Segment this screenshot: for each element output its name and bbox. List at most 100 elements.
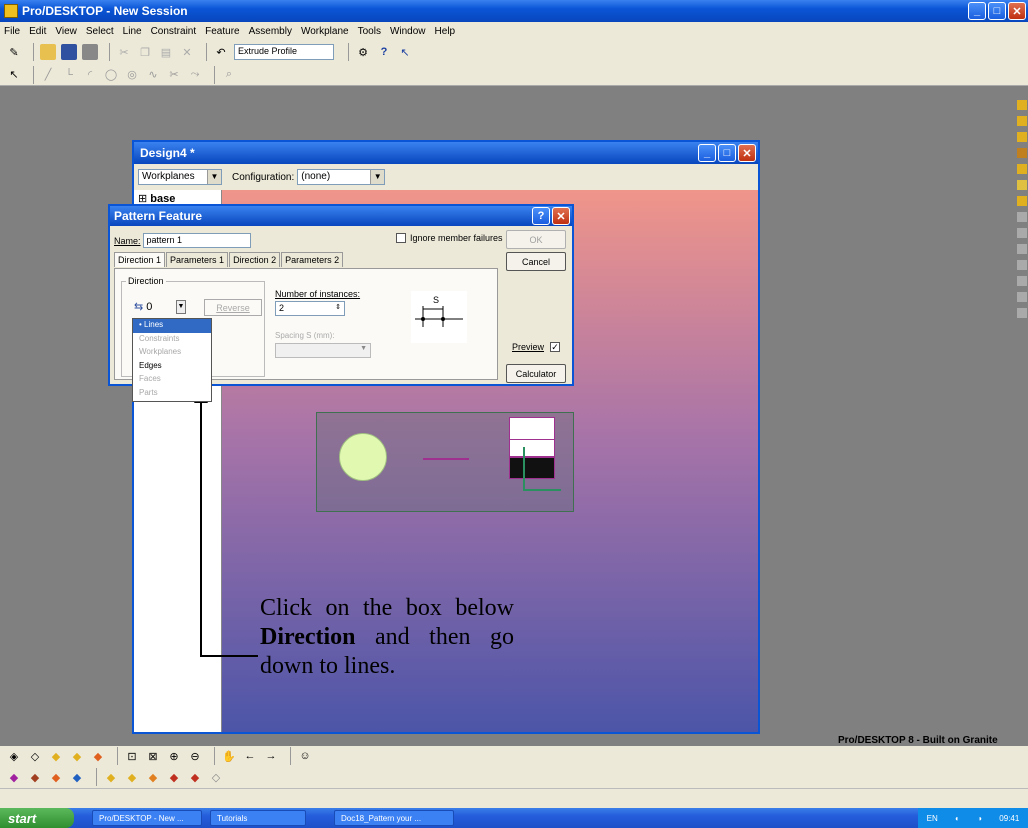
context-help-icon[interactable]: ↖ (397, 44, 413, 60)
render-icon[interactable]: ◆ (6, 769, 22, 785)
view-icon[interactable]: ◆ (69, 748, 85, 764)
menu-select[interactable]: Select (86, 26, 114, 37)
menu-feature[interactable]: Feature (205, 26, 239, 37)
view-icon[interactable]: ◈ (6, 748, 22, 764)
paste-icon[interactable]: ▤ (158, 44, 174, 60)
render-icon[interactable]: ◆ (145, 769, 161, 785)
name-input[interactable]: pattern 1 (142, 233, 251, 248)
palette-icon[interactable] (1017, 100, 1027, 110)
delete-icon[interactable]: ✕ (179, 44, 195, 60)
view-icon[interactable]: ◆ (90, 748, 106, 764)
undo-icon[interactable]: ↶ (213, 44, 229, 60)
select-icon[interactable]: ↖ (6, 67, 22, 83)
dropdown-item-workplanes[interactable]: Workplanes (133, 346, 211, 360)
reverse-button[interactable]: Reverse (204, 299, 262, 316)
taskbar-item[interactable]: Pro/DESKTOP - New ... (92, 810, 202, 826)
menu-tools[interactable]: Tools (358, 26, 381, 37)
open-icon[interactable] (40, 44, 56, 60)
zoom-fit-icon[interactable]: ⊡ (124, 748, 140, 764)
dropdown-item-constraints[interactable]: Constraints (133, 333, 211, 347)
ellipse-tool-icon[interactable]: ◎ (124, 67, 140, 83)
sketch-rectangle[interactable] (509, 417, 555, 457)
render-icon[interactable]: ◆ (166, 769, 182, 785)
cut-icon[interactable]: ✂ (116, 44, 132, 60)
menu-line[interactable]: Line (123, 26, 142, 37)
dialog-close-button[interactable]: ✕ (552, 207, 570, 225)
sketch-rectangle-filled[interactable] (509, 457, 555, 479)
taskbar-item[interactable]: Doc18_Pattern your ... (334, 810, 454, 826)
zoom-in-icon[interactable]: ⊕ (166, 748, 182, 764)
feature-field[interactable]: Extrude Profile (234, 44, 334, 60)
menu-assembly[interactable]: Assembly (249, 26, 292, 37)
view-icon[interactable]: ◇ (27, 748, 43, 764)
tray-icon[interactable]: ◑ (977, 814, 982, 823)
design-maximize-button[interactable]: □ (718, 144, 736, 162)
dialog-help-button[interactable]: ? (532, 207, 550, 225)
config-select[interactable]: (none) ▼ (297, 169, 386, 185)
palette-icon[interactable] (1017, 228, 1027, 238)
tab-direction-2[interactable]: Direction 2 (229, 252, 281, 267)
tray-icon[interactable]: ◐ (955, 814, 960, 823)
spacing-select[interactable]: ▼ (275, 343, 371, 358)
view-icon[interactable]: ◆ (48, 748, 64, 764)
render-icon[interactable]: ◇ (208, 769, 224, 785)
arc-tool-icon[interactable]: ◜ (82, 67, 98, 83)
palette-icon[interactable] (1017, 244, 1027, 254)
instances-input[interactable]: 2 ⇕ (275, 301, 345, 316)
render-icon[interactable]: ◆ (103, 769, 119, 785)
language-indicator[interactable]: EN (927, 814, 938, 823)
rect-tool-icon[interactable]: └ (61, 67, 77, 83)
tab-direction-1[interactable]: Direction 1 (114, 252, 166, 267)
pencil-icon[interactable]: ✎ (6, 44, 22, 60)
line-tool-icon[interactable]: ╱ (40, 67, 56, 83)
palette-icon[interactable] (1017, 116, 1027, 126)
menu-window[interactable]: Window (390, 26, 426, 37)
minimize-button[interactable]: _ (968, 2, 986, 20)
ok-button[interactable]: OK (506, 230, 566, 249)
measure-tool-icon[interactable]: ⌕ (221, 67, 237, 83)
help-icon[interactable]: ? (376, 44, 392, 60)
cancel-button[interactable]: Cancel (506, 252, 566, 271)
tab-parameters-1[interactable]: Parameters 1 (166, 252, 229, 267)
zoom-out-icon[interactable]: ⊖ (187, 748, 203, 764)
palette-icon[interactable] (1017, 308, 1027, 318)
sketch-line[interactable] (423, 458, 469, 460)
dropdown-item-lines[interactable]: • Lines (133, 319, 211, 333)
smiley-icon[interactable]: ☺ (297, 748, 313, 764)
back-icon[interactable]: ← (242, 748, 258, 764)
palette-icon[interactable] (1017, 292, 1027, 302)
render-icon[interactable]: ◆ (187, 769, 203, 785)
dropdown-item-faces[interactable]: Faces (133, 373, 211, 387)
palette-icon[interactable] (1017, 132, 1027, 142)
pan-icon[interactable]: ✋ (221, 748, 237, 764)
render-icon[interactable]: ◆ (27, 769, 43, 785)
copy-icon[interactable]: ❐ (137, 44, 153, 60)
tab-parameters-2[interactable]: Parameters 2 (281, 252, 344, 267)
save-icon[interactable] (61, 44, 77, 60)
tools-icon[interactable]: ⚙ (355, 44, 371, 60)
menu-workplane[interactable]: Workplane (301, 26, 349, 37)
direction-dropdown-button[interactable]: ▼ (176, 300, 186, 314)
print-icon[interactable] (82, 44, 98, 60)
trim-tool-icon[interactable]: ✂ (166, 67, 182, 83)
design-minimize-button[interactable]: _ (698, 144, 716, 162)
design-close-button[interactable]: ✕ (738, 144, 756, 162)
menu-file[interactable]: File (4, 26, 20, 37)
palette-icon[interactable] (1017, 164, 1027, 174)
palette-icon[interactable] (1017, 260, 1027, 270)
ignore-failures-checkbox[interactable] (396, 233, 406, 243)
render-icon[interactable]: ◆ (48, 769, 64, 785)
maximize-button[interactable]: □ (988, 2, 1006, 20)
render-icon[interactable]: ◆ (124, 769, 140, 785)
dropdown-item-parts[interactable]: Parts (133, 387, 211, 401)
palette-icon[interactable] (1017, 196, 1027, 206)
calculator-button[interactable]: Calculator (506, 364, 566, 383)
start-button[interactable]: start (0, 808, 74, 828)
render-icon[interactable]: ◆ (69, 769, 85, 785)
direction-selector[interactable]: ⇆ 0 (134, 300, 152, 313)
close-button[interactable]: ✕ (1008, 2, 1026, 20)
menu-view[interactable]: View (55, 26, 77, 37)
offset-tool-icon[interactable]: ⤳ (187, 67, 203, 83)
menu-constraint[interactable]: Constraint (151, 26, 197, 37)
menu-edit[interactable]: Edit (29, 26, 46, 37)
